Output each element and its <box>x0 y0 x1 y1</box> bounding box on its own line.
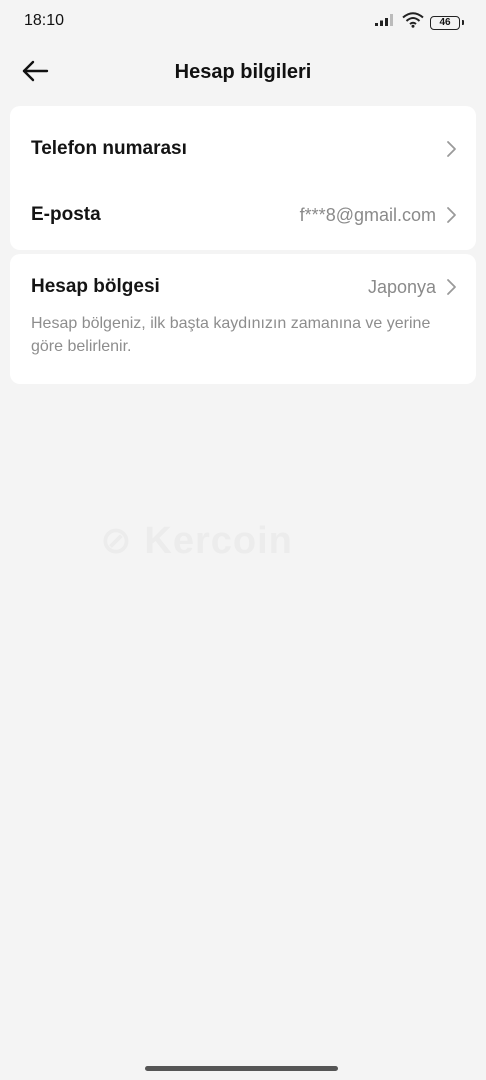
email-label: E-posta <box>31 204 101 225</box>
phone-number-label: Telefon numarası <box>31 138 187 159</box>
account-region-label: Hesap bölgesi <box>31 276 160 297</box>
page-title: Hesap bilgileri <box>174 61 312 83</box>
account-region-card: Hesap bölgesi Japonya Hesap bölgeniz, il… <box>10 254 476 384</box>
account-region-description: Hesap bölgeniz, ilk başta kaydınızın zam… <box>31 315 431 355</box>
status-icons: 46 <box>374 12 464 33</box>
status-time: 18:10 <box>24 12 65 29</box>
wifi-icon <box>402 12 424 33</box>
account-region-row[interactable]: Hesap bölgesi Japonya <box>10 266 476 306</box>
email-value: f***8@gmail.com <box>299 205 436 225</box>
status-bar: 18:10 46 <box>0 0 486 44</box>
cellular-signal-icon <box>374 13 396 32</box>
email-row[interactable]: E-posta f***8@gmail.com <box>10 194 476 234</box>
home-indicator[interactable] <box>145 1066 338 1071</box>
account-info-card: Telefon numarası E-posta f***8@gmail.com <box>10 106 476 250</box>
phone-number-row[interactable]: Telefon numarası <box>10 128 476 168</box>
chevron-right-icon <box>444 278 458 296</box>
chevron-right-icon <box>444 206 458 224</box>
account-region-value: Japonya <box>367 277 436 297</box>
battery-icon: 46 <box>430 15 464 30</box>
chevron-right-icon <box>444 140 458 158</box>
nav-bar: Hesap bilgileri <box>0 48 486 98</box>
watermark-logo: ⊘ Kercoin <box>100 520 293 562</box>
